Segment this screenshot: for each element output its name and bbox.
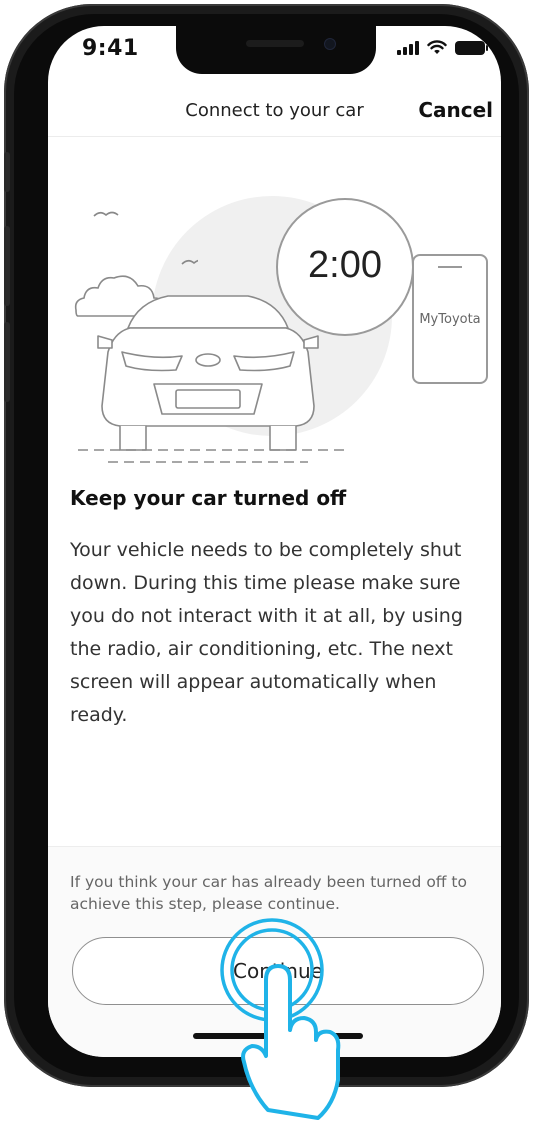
phone-app-label: MyToyota: [419, 312, 481, 327]
status-icons: [397, 40, 488, 55]
continue-button-label: Continue: [233, 959, 323, 983]
hero-illustration: 2:00 MyToyota: [48, 176, 501, 476]
app-screen: 9:41 Connect to your car Cancel 2:00 MyT…: [48, 26, 501, 1057]
step-description: Your vehicle needs to be completely shut…: [70, 539, 463, 726]
status-time: 9:41: [82, 36, 139, 61]
countdown-timer: 2:00: [276, 198, 414, 336]
cancel-button[interactable]: Cancel: [418, 98, 493, 122]
notch: [176, 26, 376, 74]
timer-value: 2:00: [308, 244, 382, 286]
cellular-signal-icon: [397, 40, 419, 55]
front-camera: [324, 38, 336, 50]
home-indicator[interactable]: [193, 1033, 363, 1039]
mytoyota-phone-illustration: MyToyota: [412, 254, 488, 384]
step-heading: Keep your car turned off: [70, 486, 347, 510]
navigation-bar: Connect to your car Cancel: [48, 90, 501, 137]
phone-mini-speaker: [438, 266, 462, 268]
footer-note: If you think your car has already been t…: [70, 873, 467, 913]
wifi-icon: [427, 40, 447, 54]
mute-switch: [4, 152, 10, 192]
speaker-grille: [246, 40, 304, 47]
volume-up-button: [4, 226, 10, 306]
footer-panel: If you think your car has already been t…: [48, 846, 501, 1057]
phone-frame: 9:41 Connect to your car Cancel 2:00 MyT…: [4, 4, 529, 1087]
continue-button[interactable]: Continue: [72, 937, 484, 1005]
battery-icon: [455, 40, 488, 55]
volume-down-button: [4, 322, 10, 402]
